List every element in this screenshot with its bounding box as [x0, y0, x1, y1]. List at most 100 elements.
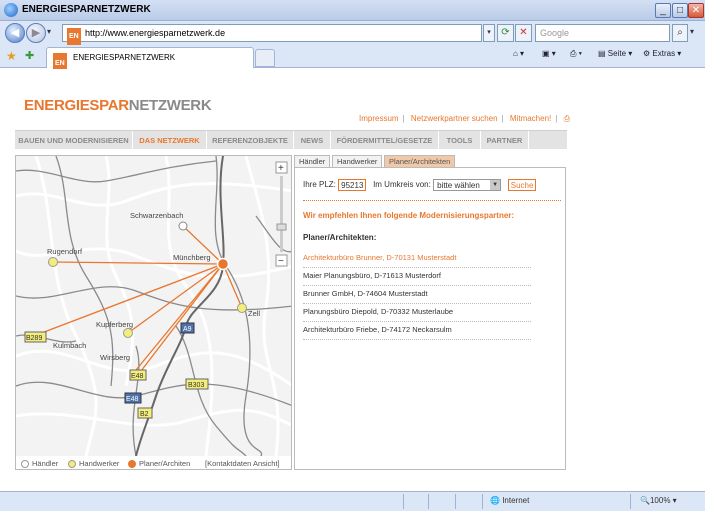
url-input[interactable]: EN http://www.energiesparnetzwerk.de: [62, 24, 482, 46]
partner-item[interactable]: Brunner GmbH, D-74604 Musterstadt: [303, 286, 531, 304]
mitmachen-link[interactable]: Mitmachen!: [510, 114, 551, 123]
plz-search-row: Ihre PLZ: 95213 Im Umkreis von: bitte wä…: [303, 179, 537, 191]
marker-kupferberg[interactable]: [123, 328, 133, 338]
impressum-link[interactable]: Impressum: [359, 114, 399, 123]
history-dropdown-icon[interactable]: ▾: [47, 27, 51, 36]
nav-referenzobjekte[interactable]: REFERENZOBJEKTE: [207, 131, 294, 150]
legend-planer[interactable]: Planer/Architen: [128, 459, 190, 469]
label-muenchberg: Münchberg: [173, 253, 211, 262]
panel-content: Ihre PLZ: 95213 Im Umkreis von: bitte wä…: [294, 167, 566, 470]
label-kulmbach: Kulmbach: [53, 341, 86, 350]
window-title: ENERGIESPARNETZWERK: [22, 4, 151, 15]
zone-label: Internet: [502, 496, 530, 505]
search-input[interactable]: Google: [535, 24, 670, 42]
stop-icon[interactable]: ✕: [515, 24, 532, 42]
favorites-star-icon[interactable]: ★: [6, 49, 17, 63]
status-divider: [455, 494, 456, 509]
zoom-icon: 🔍: [640, 496, 650, 505]
divider: [303, 200, 561, 201]
legend-handwerker[interactable]: Handwerker: [68, 459, 120, 469]
road-a9: A9: [183, 326, 192, 333]
road-b303: B303: [188, 382, 204, 389]
zoom-level[interactable]: 🔍100% ▾: [640, 496, 677, 505]
print-page-icon[interactable]: ⎙: [564, 114, 570, 123]
map-canvas[interactable]: Schwarzenbach Rugendorf Münchberg Zell K…: [16, 156, 292, 456]
favicon-icon: EN: [67, 28, 81, 46]
tab-planer-architekten[interactable]: Planer/Architekten: [384, 155, 456, 167]
nav-tools[interactable]: TOOLS: [439, 131, 481, 150]
tools-menu[interactable]: ⚙ Extras ▾: [643, 49, 681, 58]
top-links: Impressum | Netzwerkpartner suchen | Mitma…: [359, 114, 570, 123]
label-rugendorf: Rugendorf: [47, 247, 83, 256]
contact-view-link[interactable]: [Kontaktdaten Ansicht]: [205, 459, 280, 468]
legend-label: Händler: [32, 459, 59, 468]
main-navigation: BAUEN UND MODERNISIEREN DAS NETZWERK REF…: [15, 130, 567, 150]
marker-zell[interactable]: [237, 303, 247, 313]
tools-menu-label: Extras: [652, 49, 676, 58]
legend-label: Handwerker: [79, 459, 120, 468]
marker-rugendorf[interactable]: [48, 257, 58, 267]
plz-label: Ihre PLZ:: [303, 180, 336, 190]
zoom-slider-handle[interactable]: [276, 223, 287, 231]
address-bar: ◀ ▶ ▾ EN http://www.energiesparnetzwerk.…: [0, 21, 705, 46]
page-menu[interactable]: ▤ Seite ▾: [598, 49, 632, 58]
legend-haendler[interactable]: Händler: [21, 459, 59, 469]
internet-zone[interactable]: 🌐 Internet: [490, 496, 529, 505]
partner-item[interactable]: Architekturbüro Brunner, D-70131 Musters…: [303, 250, 531, 268]
zoom-slider-track[interactable]: [280, 176, 283, 252]
radius-select[interactable]: bitte wählen ▼: [433, 179, 502, 191]
logo-part1: ENERGIESPAR: [24, 97, 129, 114]
nav-news[interactable]: NEWS: [294, 131, 331, 150]
nav-bauen[interactable]: BAUEN UND MODERNISIEREN: [15, 131, 133, 150]
map-legend: Händler Handwerker Planer/Architen [Kont…: [16, 457, 291, 469]
url-text: http://www.energiesparnetzwerk.de: [85, 28, 226, 38]
partner-item[interactable]: Maier Planungsbüro, D-71613 Musterdorf: [303, 268, 531, 286]
partner-item[interactable]: Planungsbüro Diepold, D-70332 Musterlaub…: [303, 304, 531, 322]
nav-foerdermittel[interactable]: FÖRDERMITTEL/GESETZE: [331, 131, 439, 150]
label-schwarzenbach: Schwarzenbach: [130, 211, 183, 220]
print-icon[interactable]: ⎙ ▾: [570, 49, 582, 59]
tab-bar: ★ ✚ EN ENERGIESPARNETZWERK ⌂ ▾ ▣ ▾ ⎙ ▾ ▤…: [0, 45, 705, 75]
tab-label: ENERGIESPARNETZWERK: [73, 53, 176, 62]
road-e48-blue: E48: [126, 396, 139, 403]
tab-energiesparnetzwerk[interactable]: EN ENERGIESPARNETZWERK: [46, 47, 254, 75]
map-container: Schwarzenbach Rugendorf Münchberg Zell K…: [15, 155, 292, 470]
marker-schwarzenbach[interactable]: [178, 221, 188, 231]
forward-button[interactable]: ▶: [26, 23, 46, 43]
search-options-icon[interactable]: ▾: [690, 27, 694, 36]
maximize-button[interactable]: □: [672, 3, 688, 18]
nav-netzwerk[interactable]: DAS NETZWERK: [133, 131, 207, 150]
window-titlebar: ENERGIESPARNETZWERK _ □ ✕: [0, 0, 705, 21]
section-title: Planer/Architekten:: [303, 233, 377, 242]
back-button[interactable]: ◀: [5, 23, 25, 43]
marker-muenchberg[interactable]: [216, 257, 230, 271]
recommend-heading: Wir empfehlen Ihnen folgende Modernisier…: [303, 211, 515, 220]
label-zell: Zell: [248, 309, 260, 318]
zoom-in-label: +: [278, 163, 284, 174]
close-button[interactable]: ✕: [688, 3, 704, 18]
home-icon[interactable]: ⌂ ▾: [513, 49, 524, 58]
minimize-button[interactable]: _: [655, 3, 671, 18]
plz-input[interactable]: 95213: [338, 179, 367, 191]
refresh-icon[interactable]: ⟳: [497, 24, 514, 42]
search-button[interactable]: Suche: [507, 179, 537, 191]
url-dropdown-icon[interactable]: ▾: [483, 24, 495, 42]
chevron-down-icon: ▼: [490, 180, 501, 190]
status-bar: 🌐 Internet 🔍100% ▾: [0, 491, 705, 511]
search-icon[interactable]: ⌕: [672, 24, 688, 42]
add-favorites-icon[interactable]: ✚: [25, 49, 34, 62]
partner-search-link[interactable]: Netzwerkpartner suchen: [411, 114, 498, 123]
radius-selected-value: bitte wählen: [437, 181, 480, 190]
tab-handwerker[interactable]: Handwerker: [332, 155, 383, 167]
tab-haendler[interactable]: Händler: [294, 155, 331, 167]
label-wirsberg: Wirsberg: [100, 353, 130, 362]
label-kupferberg: Kupferberg: [96, 320, 133, 329]
site-logo[interactable]: ENERGIESPARNETZWERK: [24, 97, 212, 114]
status-divider: [630, 494, 631, 509]
feeds-icon[interactable]: ▣ ▾: [542, 49, 556, 58]
status-divider: [482, 494, 483, 509]
nav-partner[interactable]: PARTNER: [481, 131, 529, 150]
globe-icon: 🌐: [490, 496, 500, 505]
partner-item[interactable]: Architekturbüro Friebe, D-74172 Neckarsu…: [303, 322, 531, 340]
new-tab-button[interactable]: [255, 49, 275, 67]
